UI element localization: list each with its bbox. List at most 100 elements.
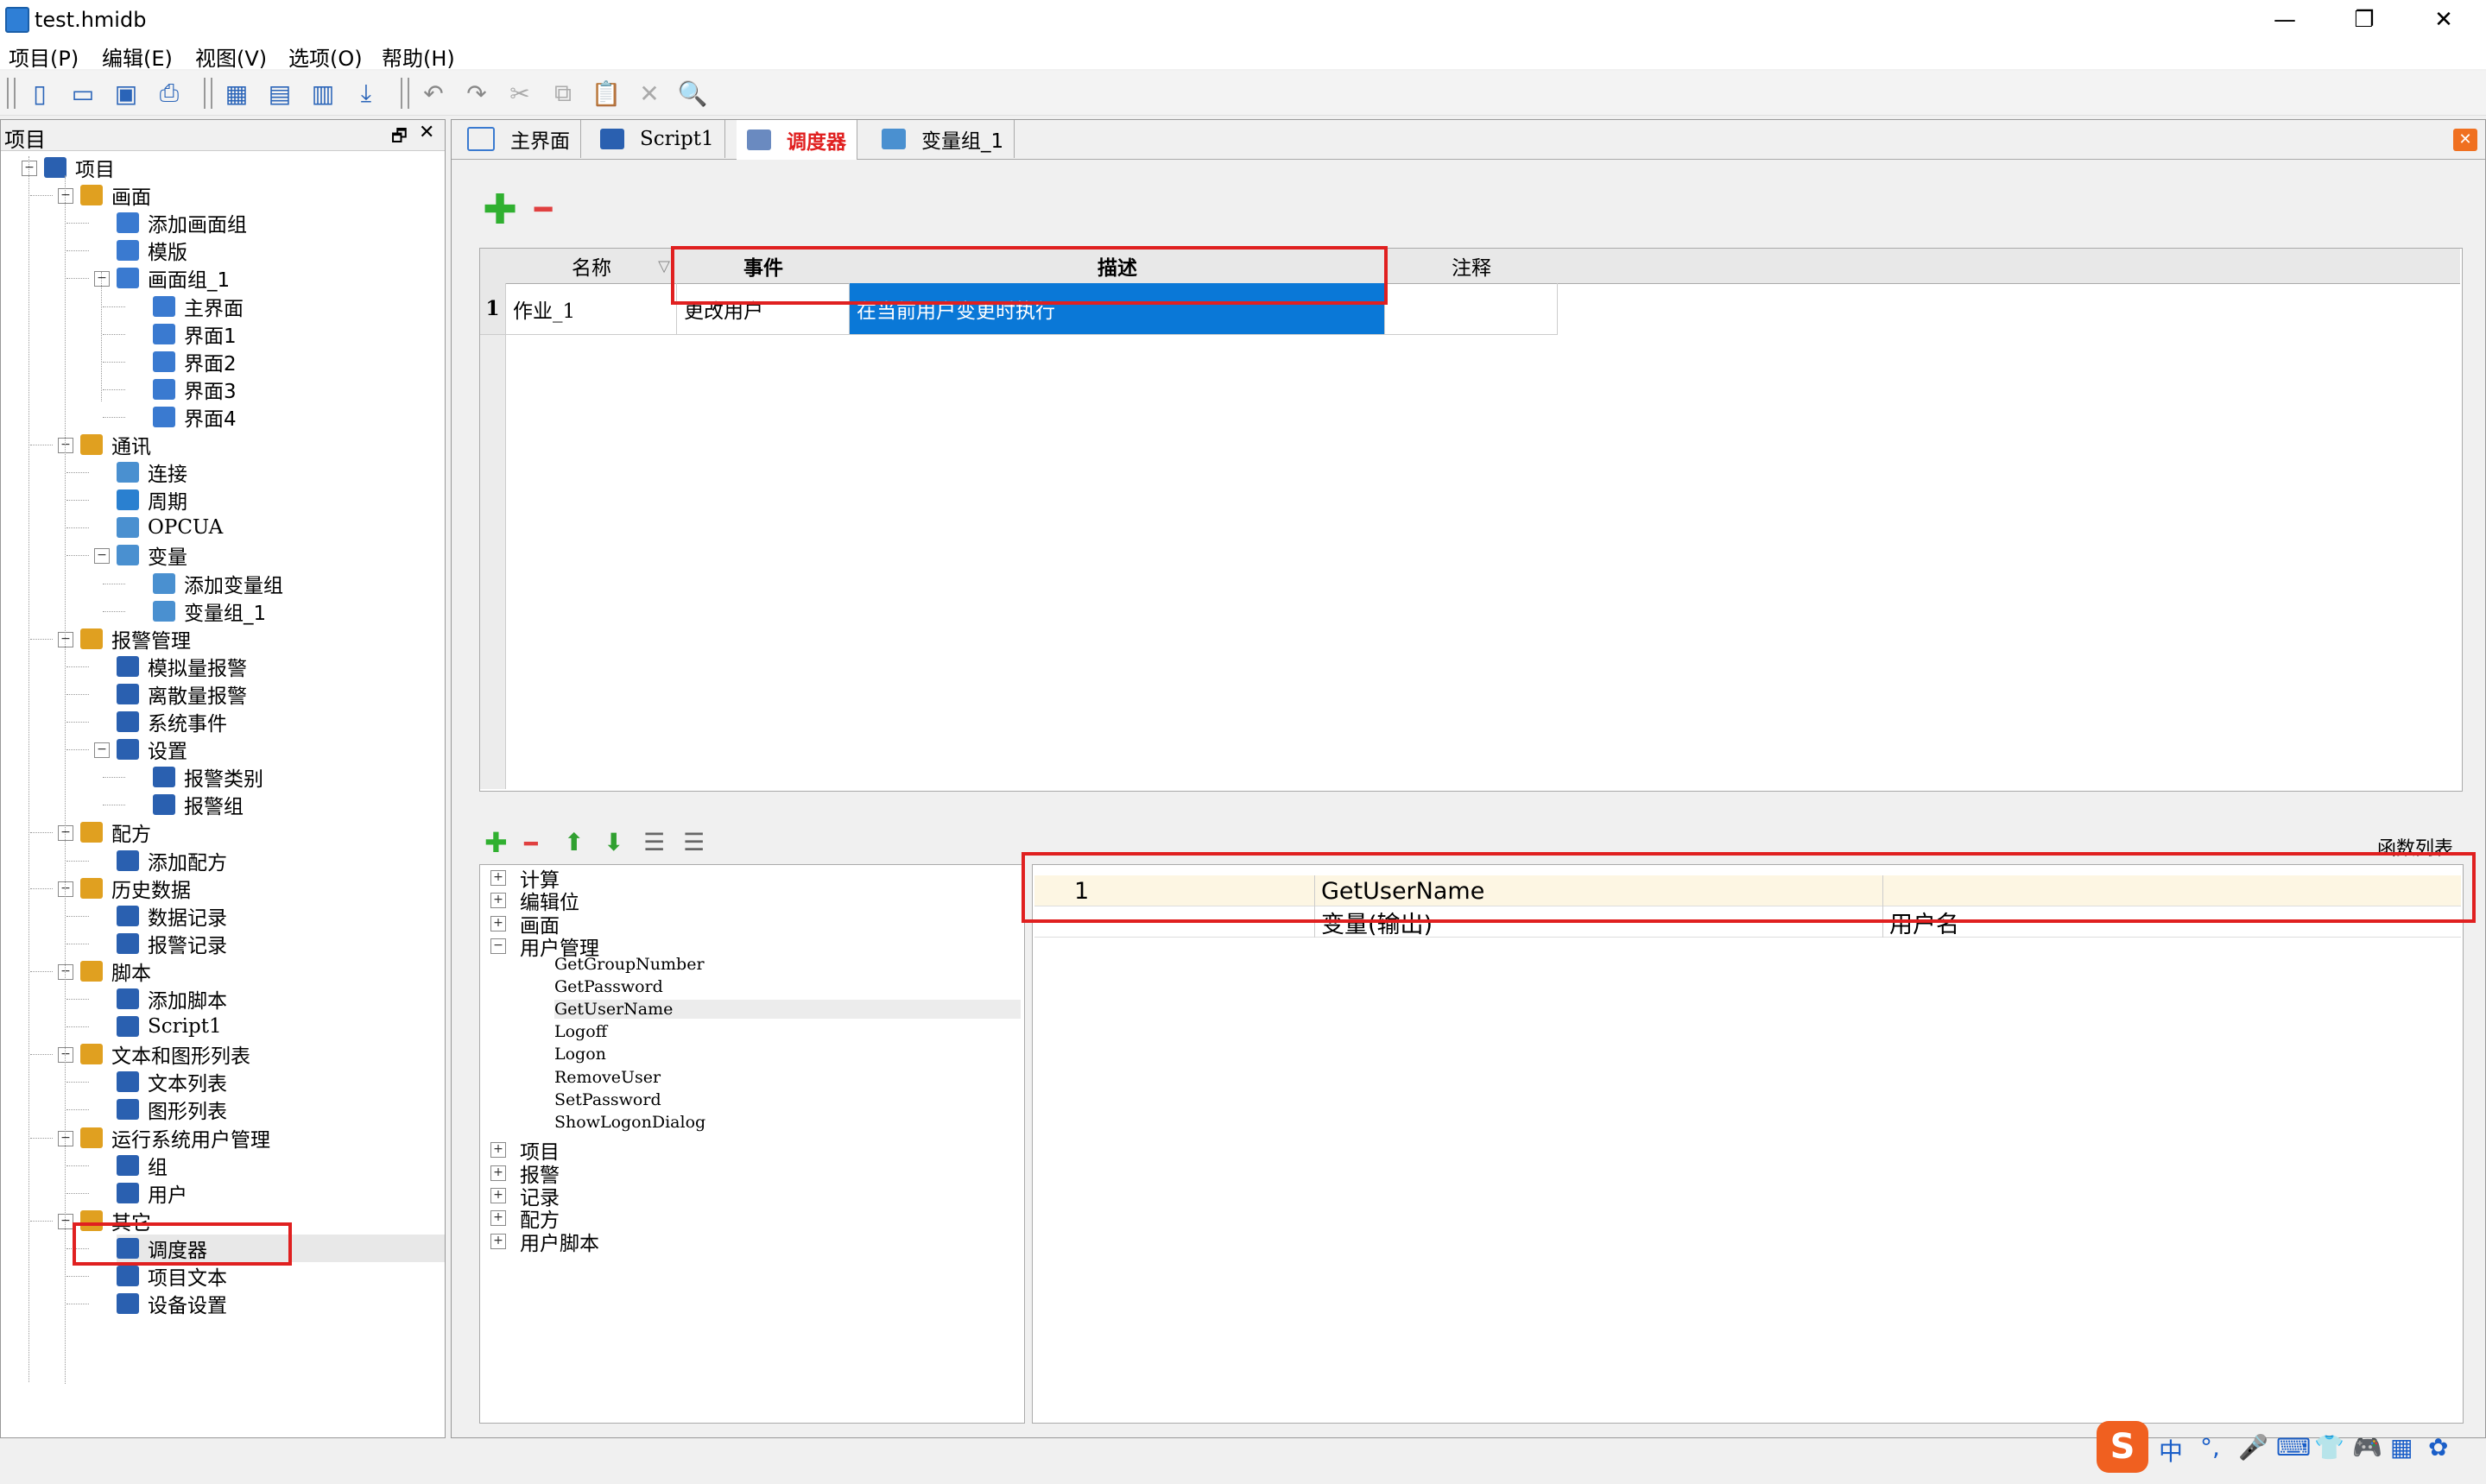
- menu-edit[interactable]: 编辑(E): [102, 41, 173, 72]
- category-toggle-icon[interactable]: +: [490, 870, 506, 886]
- minimize-button[interactable]: —: [2245, 0, 2325, 40]
- add-job-icon[interactable]: ✚: [483, 186, 517, 234]
- transfer-icon[interactable]: ⤓: [351, 78, 382, 109]
- function-item[interactable]: GetGroupNumber: [554, 955, 705, 974]
- tree-item-20[interactable]: 系统事件: [117, 708, 227, 736]
- tree-item-33[interactable]: 文本列表: [117, 1068, 227, 1096]
- category-toggle-icon[interactable]: −: [490, 938, 506, 955]
- open-folder-icon[interactable]: ▭: [67, 78, 98, 109]
- ime-logo-icon[interactable]: S: [2097, 1421, 2148, 1473]
- tree-item-36[interactable]: 组: [117, 1152, 168, 1179]
- tree-item-4[interactable]: 画面组_1: [117, 264, 230, 292]
- collapse-toggle-icon[interactable]: −: [94, 548, 110, 565]
- ime-skin-icon[interactable]: 👕: [2314, 1433, 2344, 1462]
- tree-item-37[interactable]: 用户: [117, 1179, 187, 1207]
- paste-icon[interactable]: 📋: [591, 78, 622, 109]
- tree-item-9[interactable]: 界面4: [153, 403, 237, 431]
- move-down-icon[interactable]: ⬇: [604, 828, 623, 856]
- tree-item-0[interactable]: 项目: [44, 154, 115, 181]
- tree-item-25[interactable]: 添加配方: [117, 847, 227, 875]
- copy-icon[interactable]: ⧉: [547, 78, 579, 109]
- collapse-toggle-icon[interactable]: −: [94, 742, 110, 759]
- tree-item-40[interactable]: 项目文本: [117, 1262, 227, 1290]
- category-toggle-icon[interactable]: +: [490, 1165, 506, 1181]
- tree-item-24[interactable]: 配方: [80, 818, 151, 846]
- tree-item-41[interactable]: 设备设置: [117, 1290, 227, 1317]
- ime-chinese-mode[interactable]: 中: [2159, 1433, 2183, 1468]
- compile-icon[interactable]: ▦: [221, 78, 252, 109]
- tree-item-28[interactable]: 报警记录: [117, 930, 227, 957]
- close-button[interactable]: ✕: [2404, 0, 2483, 40]
- function-item[interactable]: SetPassword: [554, 1090, 661, 1109]
- redo-icon[interactable]: ↷: [461, 78, 492, 109]
- tree-item-35[interactable]: 运行系统用户管理: [80, 1124, 270, 1152]
- delete-icon[interactable]: ✕: [634, 78, 665, 109]
- function-item[interactable]: GetUserName: [554, 1000, 1021, 1019]
- function-item[interactable]: Logon: [554, 1045, 606, 1064]
- function-category[interactable]: 用户脚本: [520, 1227, 599, 1256]
- menu-help[interactable]: 帮助(H): [382, 41, 455, 72]
- tree-item-32[interactable]: 文本和图形列表: [80, 1040, 250, 1068]
- restore-button[interactable]: ❐: [2325, 0, 2404, 40]
- tab-script1[interactable]: Script1: [590, 120, 725, 158]
- collapse-toggle-icon[interactable]: −: [58, 438, 73, 453]
- tree-item-7[interactable]: 界面2: [153, 348, 237, 376]
- menu-options[interactable]: 选项(O): [288, 41, 363, 72]
- tree-item-29[interactable]: 脚本: [80, 957, 151, 985]
- indent-icon[interactable]: ☰: [643, 828, 665, 856]
- category-toggle-icon[interactable]: +: [490, 1233, 506, 1249]
- collapse-toggle-icon[interactable]: −: [58, 1213, 73, 1229]
- tree-item-11[interactable]: 连接: [117, 458, 187, 486]
- collapse-toggle-icon[interactable]: −: [94, 271, 110, 287]
- collapse-toggle-icon[interactable]: −: [22, 161, 37, 176]
- menu-project[interactable]: 项目(P): [9, 41, 79, 72]
- save-icon[interactable]: ▣: [111, 78, 142, 109]
- move-up-icon[interactable]: ⬆: [564, 828, 584, 856]
- print-icon[interactable]: ⎙: [154, 78, 185, 109]
- download-icon[interactable]: ▥: [307, 78, 338, 109]
- collapse-toggle-icon[interactable]: −: [58, 631, 73, 647]
- menu-view[interactable]: 视图(V): [195, 41, 267, 72]
- ime-punctuation-icon[interactable]: °,: [2200, 1433, 2220, 1462]
- find-icon[interactable]: 🔍: [677, 78, 708, 109]
- tab-variable-group-1[interactable]: 变量组_1: [871, 120, 1015, 158]
- collapse-toggle-icon[interactable]: −: [58, 881, 73, 897]
- ime-keyboard-icon[interactable]: ⌨: [2276, 1433, 2311, 1462]
- remove-function-icon[interactable]: ━: [524, 831, 538, 857]
- tab-main-screen[interactable]: 主界面: [457, 120, 581, 158]
- tree-item-31[interactable]: Script1: [117, 1013, 222, 1040]
- function-item[interactable]: GetPassword: [554, 977, 663, 996]
- tree-item-13[interactable]: OPCUA: [117, 514, 223, 541]
- ime-game-icon[interactable]: 🎮: [2352, 1433, 2382, 1462]
- function-item[interactable]: Logoff: [554, 1022, 607, 1041]
- category-toggle-icon[interactable]: +: [490, 1210, 506, 1227]
- job-comment-cell[interactable]: [1385, 283, 1558, 335]
- tree-item-17[interactable]: 报警管理: [80, 625, 191, 653]
- outdent-icon[interactable]: ☰: [683, 828, 705, 856]
- ime-voice-icon[interactable]: 🎤: [2238, 1433, 2268, 1462]
- category-toggle-icon[interactable]: +: [490, 915, 506, 931]
- collapse-toggle-icon[interactable]: −: [58, 963, 73, 980]
- tree-item-26[interactable]: 历史数据: [80, 875, 191, 902]
- tree-item-19[interactable]: 离散量报警: [117, 680, 247, 708]
- undo-icon[interactable]: ↶: [418, 78, 449, 109]
- tree-item-34[interactable]: 图形列表: [117, 1096, 227, 1123]
- tree-item-10[interactable]: 通讯: [80, 431, 151, 458]
- tree-item-16[interactable]: 变量组_1: [153, 597, 266, 625]
- tab-scheduler[interactable]: 调度器: [737, 120, 857, 160]
- tree-item-6[interactable]: 界面1: [153, 320, 237, 348]
- new-file-icon[interactable]: ▯: [24, 78, 55, 109]
- tree-item-30[interactable]: 添加脚本: [117, 985, 227, 1013]
- column-header-name[interactable]: 名称 ▽: [506, 249, 678, 284]
- panel-close-icon[interactable]: ✕: [419, 122, 434, 143]
- tree-item-8[interactable]: 界面3: [153, 376, 237, 403]
- tree-item-2[interactable]: 添加画面组: [117, 209, 247, 237]
- cut-icon[interactable]: ✂: [504, 78, 535, 109]
- job-name-cell[interactable]: 作业_1: [506, 283, 677, 335]
- category-toggle-icon[interactable]: +: [490, 893, 506, 909]
- tree-item-5[interactable]: 主界面: [153, 293, 244, 320]
- tree-item-18[interactable]: 模拟量报警: [117, 653, 247, 680]
- tree-item-22[interactable]: 报警类别: [153, 763, 263, 791]
- ime-settings-icon[interactable]: ✿: [2428, 1433, 2448, 1462]
- tree-item-21[interactable]: 设置: [117, 736, 187, 763]
